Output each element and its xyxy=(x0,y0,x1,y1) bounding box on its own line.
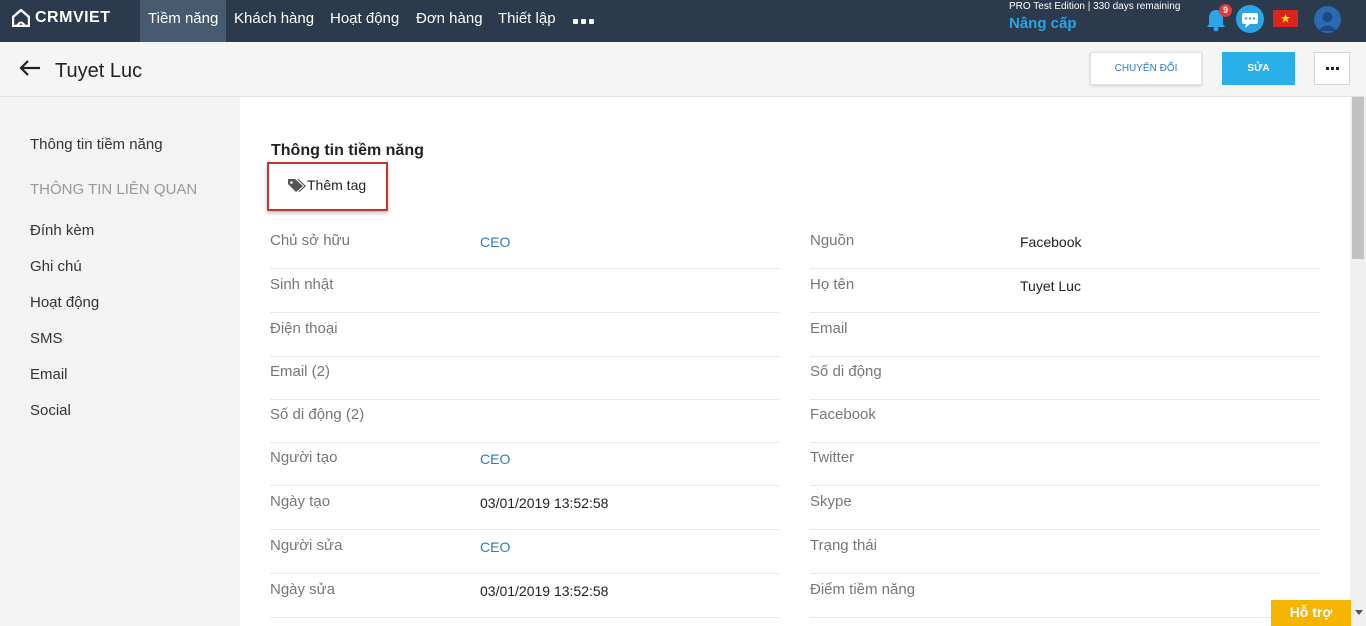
field-sinh-nhat: Sinh nhật xyxy=(270,269,780,313)
sidebar-item-ghi-chu[interactable]: Ghi chú xyxy=(30,258,82,275)
field-label: Ngày tạo xyxy=(270,493,331,510)
record-header: Tuyet Luc CHUYỂN ĐỔI SỬA xyxy=(0,42,1366,97)
logo-icon xyxy=(12,9,30,27)
nav-don-hang[interactable]: Đơn hàng xyxy=(408,0,491,42)
field-chu-so-huu: Chủ sở hữu CEO xyxy=(270,225,780,269)
field-ngay-tao: Ngày tạo 03/01/2019 13:52:58 xyxy=(270,486,780,530)
nav-more-icon[interactable] xyxy=(573,0,594,42)
field-dien-thoai: Điện thoại xyxy=(270,313,780,357)
field-label: Email xyxy=(810,320,848,337)
field-so-di-dong: Số di động xyxy=(810,356,1320,400)
field-nguoi-tao: Người tạo CEO xyxy=(270,442,780,486)
sidebar-item-thong-tin[interactable]: Thông tin tiềm năng xyxy=(30,136,163,153)
field-label: Nguồn xyxy=(810,232,855,249)
sidebar-item-hoat-dong[interactable]: Hoạt động xyxy=(30,294,99,311)
field-ho-ten: Họ tên Tuyet Luc xyxy=(810,269,1320,313)
field-value: Facebook xyxy=(1020,234,1082,250)
top-navbar: CRMVIET Tiềm năng Khách hàng Hoạt động Đ… xyxy=(0,0,1366,42)
field-value-link[interactable]: CEO xyxy=(480,539,510,555)
field-label: Điện thoại xyxy=(270,320,338,337)
field-nguoi-sua: Người sửa CEO xyxy=(270,530,780,574)
more-icon xyxy=(1325,67,1329,70)
field-label: Ngày sửa xyxy=(270,581,336,598)
back-arrow-icon[interactable] xyxy=(18,58,42,78)
field-skype: Skype xyxy=(810,486,1320,530)
support-button[interactable]: Hỗ trợ xyxy=(1271,600,1351,626)
sidebar-item-dinh-kem[interactable]: Đính kèm xyxy=(30,222,94,239)
nav-thiet-lap[interactable]: Thiết lập xyxy=(490,0,564,42)
section-title: Thông tin tiềm năng xyxy=(271,142,424,159)
field-label: Facebook xyxy=(810,406,876,423)
field-label: Số di động (2) xyxy=(270,406,365,423)
more-actions-button[interactable] xyxy=(1314,52,1350,85)
field-trang-thai: Trạng thái xyxy=(810,530,1320,574)
field-label: Twitter xyxy=(810,449,855,466)
scrollbar-thumb[interactable] xyxy=(1352,97,1364,259)
field-label: Sinh nhật xyxy=(270,276,334,293)
field-value-link[interactable]: CEO xyxy=(480,234,510,250)
field-value: 03/01/2019 13:52:58 xyxy=(480,583,609,599)
field-value: 03/01/2019 13:52:58 xyxy=(480,495,609,511)
scroll-down-icon[interactable] xyxy=(1355,610,1363,615)
field-ngay-sua: Ngày sửa 03/01/2019 13:52:58 xyxy=(270,574,780,618)
field-label: Số di động xyxy=(810,363,882,380)
field-twitter: Twitter xyxy=(810,442,1320,486)
sidebar-section-heading: THÔNG TIN LIÊN QUAN xyxy=(30,181,198,198)
chat-icon[interactable] xyxy=(1236,5,1264,33)
sidebar: Thông tin tiềm năng THÔNG TIN LIÊN QUAN … xyxy=(0,97,240,626)
nav-hoat-dong[interactable]: Hoạt động xyxy=(322,0,407,42)
add-tag-label: Thêm tag xyxy=(307,177,367,193)
field-facebook: Facebook xyxy=(810,399,1320,443)
nav-khach-hang[interactable]: Khách hàng xyxy=(226,0,322,42)
field-so-di-dong-2: Số di động (2) xyxy=(270,399,780,443)
field-label: Người sửa xyxy=(270,537,343,554)
flag-vn-icon[interactable] xyxy=(1273,10,1298,27)
detail-panel: Thông tin tiềm năng Thêm tag Chủ sở hữu … xyxy=(240,97,1350,626)
upgrade-link[interactable]: Nâng cấp xyxy=(1009,15,1077,32)
field-value: Tuyet Luc xyxy=(1020,278,1081,294)
field-nguon: Nguồn Facebook xyxy=(810,225,1320,269)
field-label: Điểm tiềm năng xyxy=(810,581,916,598)
sidebar-item-social[interactable]: Social xyxy=(30,402,71,419)
field-value-link[interactable]: CEO xyxy=(480,451,510,467)
field-diem-tiem-nang: Điểm tiềm năng xyxy=(810,574,1320,618)
edition-text: PRO Test Edition | 330 days remaining xyxy=(1009,1,1181,12)
field-label: Họ tên xyxy=(810,276,855,293)
field-label: Người tạo xyxy=(270,449,338,466)
add-tag-highlight: Thêm tag xyxy=(267,162,388,211)
brand-name: CRMVIET xyxy=(35,9,111,26)
field-label: Email (2) xyxy=(270,363,331,380)
edit-button[interactable]: SỬA xyxy=(1222,52,1295,85)
field-label: Trạng thái xyxy=(810,537,877,554)
field-label: Chủ sở hữu xyxy=(270,232,350,249)
notification-badge: 9 xyxy=(1219,4,1232,17)
field-label: Skype xyxy=(810,493,852,510)
field-email-2: Email (2) xyxy=(270,356,780,400)
convert-button[interactable]: CHUYỂN ĐỔI xyxy=(1090,52,1202,85)
sidebar-item-email[interactable]: Email xyxy=(30,366,68,383)
brand-logo[interactable]: CRMVIET xyxy=(12,9,111,27)
page-title: Tuyet Luc xyxy=(55,60,143,82)
sidebar-item-sms[interactable]: SMS xyxy=(30,330,63,347)
tag-icon xyxy=(288,178,306,192)
add-tag-button[interactable]: Thêm tag xyxy=(287,177,366,193)
field-email: Email xyxy=(810,313,1320,357)
nav-tiem-nang[interactable]: Tiềm năng xyxy=(140,0,227,42)
user-avatar-icon[interactable] xyxy=(1314,6,1341,33)
